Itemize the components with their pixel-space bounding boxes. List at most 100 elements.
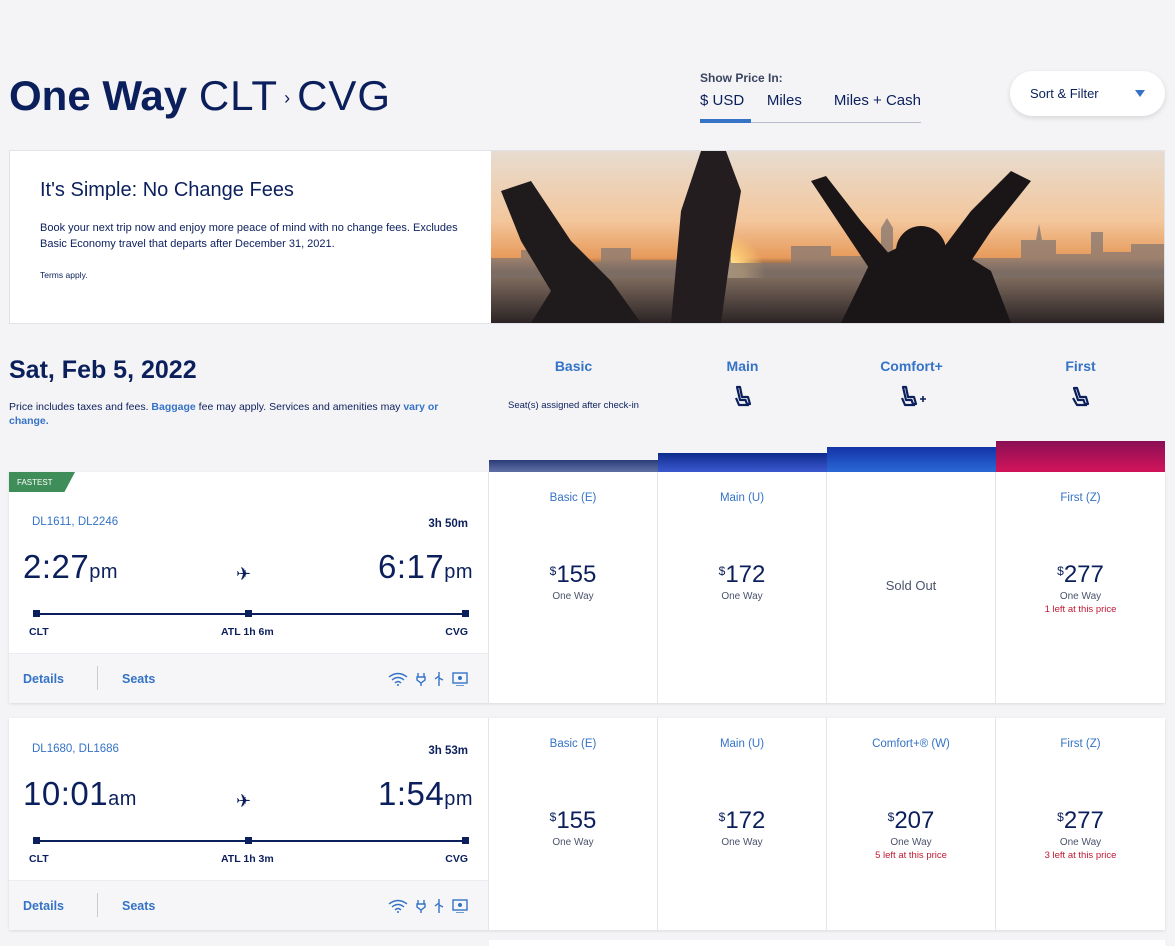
show-price-label: Show Price In: xyxy=(700,71,783,85)
column-name: First xyxy=(1065,358,1096,374)
layover-dot xyxy=(245,837,252,844)
next-card-edge xyxy=(489,940,1165,946)
details-link[interactable]: Details xyxy=(23,899,64,913)
fare-comfort-plus: Sold Out xyxy=(827,472,996,703)
tab-usd[interactable]: $ USD xyxy=(700,92,751,123)
promo-banner: It's Simple: No Change Fees Book your ne… xyxy=(9,150,1165,324)
fare-price: $172 xyxy=(658,807,826,835)
flight-numbers[interactable]: DL1611, DL2246 xyxy=(32,516,118,528)
layover-airport: ATL 1h 3m xyxy=(221,853,274,865)
comfort-color-bar xyxy=(827,447,996,472)
page-title: One Way CLT › CVG xyxy=(9,72,391,120)
column-main[interactable]: Main xyxy=(658,358,827,413)
origin-airport: CLT xyxy=(29,626,49,638)
fare-note: One Way xyxy=(721,837,763,848)
trip-type: One Way xyxy=(9,72,188,119)
sold-out-label: Sold Out xyxy=(885,578,937,593)
banner-terms: Terms apply. xyxy=(40,270,88,280)
usb-icon xyxy=(434,672,444,686)
price-value: 277 xyxy=(1063,807,1104,834)
entertainment-screen-icon xyxy=(452,672,468,686)
fare-class: Main (U) xyxy=(719,738,765,750)
layover-dot xyxy=(245,610,252,617)
wifi-icon xyxy=(388,899,408,913)
usb-icon xyxy=(434,899,444,913)
arrive-ampm: pm xyxy=(444,561,473,583)
seats-link[interactable]: Seats xyxy=(122,672,155,686)
price-value: 155 xyxy=(556,807,597,834)
fare-note: One Way xyxy=(1059,591,1102,602)
fare-class: Comfort+® (W) xyxy=(872,738,950,750)
price-value: 172 xyxy=(725,561,766,588)
origin-code: CLT xyxy=(198,72,279,119)
column-name: Comfort+ xyxy=(880,358,943,374)
divider xyxy=(97,666,98,690)
flight-numbers[interactable]: DL1680, DL1686 xyxy=(32,743,119,755)
price-disclaimer: Price includes taxes and fees. Baggage f… xyxy=(9,400,479,428)
fare-main[interactable]: Main (U) $172 One Way xyxy=(658,718,827,930)
details-link[interactable]: Details xyxy=(23,672,64,686)
price-value: 155 xyxy=(556,561,597,588)
flight-card[interactable]: FASTEST DL1611, DL2246 3h 50m 2:27pm ✈ 6… xyxy=(9,472,1165,703)
banner-title: It's Simple: No Change Fees xyxy=(40,179,294,201)
banner-body: Book your next trip now and enjoy more p… xyxy=(40,222,458,250)
destination-dot xyxy=(462,837,469,844)
origin-airport: CLT xyxy=(29,853,49,865)
sort-filter-label: Sort & Filter xyxy=(1030,86,1099,101)
banner-photo xyxy=(491,151,1164,323)
column-comfort-plus[interactable]: Comfort+ xyxy=(827,358,996,413)
banner-text: It's Simple: No Change Fees Book your ne… xyxy=(10,151,491,323)
route-line xyxy=(33,837,469,844)
depart-time: 2:27pm xyxy=(23,548,118,586)
arrive-time: 1:54pm xyxy=(378,775,473,813)
column-basic[interactable]: Basic Seat(s) assigned after check-in xyxy=(489,358,658,411)
flight-card[interactable]: DL1680, DL1686 3h 53m 10:01am ✈ 1:54pm C… xyxy=(9,718,1165,930)
arrive-time: 6:17pm xyxy=(378,548,473,586)
tab-miles-cash[interactable]: Miles + Cash xyxy=(834,92,921,123)
fare-first[interactable]: First (Z) $277 One Way 3 left at this pr… xyxy=(996,718,1165,930)
fare-basic[interactable]: Basic (E) $155 One Way xyxy=(489,718,658,930)
destination-airport: CVG xyxy=(445,853,468,865)
fare-note: One Way xyxy=(552,591,594,602)
depart-ampm: pm xyxy=(89,561,119,583)
baggage-link[interactable]: Baggage xyxy=(151,401,195,413)
chevron-down-icon xyxy=(1135,90,1145,97)
depart-time-value: 10:01 xyxy=(23,775,109,812)
card-footer: Details Seats xyxy=(9,880,488,930)
fare-price: $155 xyxy=(489,561,657,589)
airplane-icon: ✈ xyxy=(236,791,252,811)
fare-price: $277 xyxy=(996,807,1165,835)
fare-class: Basic (E) xyxy=(549,738,597,750)
currency-symbol: $ xyxy=(549,810,557,824)
currency-symbol: $ xyxy=(718,564,726,578)
flight-duration: 3h 50m xyxy=(428,518,468,530)
fare-price: $155 xyxy=(489,807,657,835)
price-value: 277 xyxy=(1063,561,1104,588)
currency-symbol: $ xyxy=(549,564,557,578)
fastest-badge: FASTEST xyxy=(9,472,75,492)
fare-price: $207 xyxy=(827,807,995,835)
route-arrow-icon: › xyxy=(284,88,292,109)
power-outlet-icon xyxy=(416,673,426,686)
destination-code: CVG xyxy=(297,72,392,119)
flight-info: FASTEST DL1611, DL2246 3h 50m 2:27pm ✈ 6… xyxy=(9,472,489,703)
fare-note: One Way xyxy=(721,591,763,602)
seats-left-warning: 5 left at this price xyxy=(875,850,947,861)
seats-left-warning: 1 left at this price xyxy=(1044,604,1117,615)
route-line xyxy=(33,610,469,617)
main-color-bar xyxy=(658,453,827,472)
sort-filter-dropdown[interactable]: Sort & Filter xyxy=(1010,71,1165,116)
seats-link[interactable]: Seats xyxy=(122,899,155,913)
fare-basic[interactable]: Basic (E) $155 One Way xyxy=(489,472,658,703)
tab-miles[interactable]: Miles xyxy=(767,92,802,123)
fare-first[interactable]: First (Z) $277 One Way 1 left at this pr… xyxy=(996,472,1165,703)
price-value: 172 xyxy=(725,807,766,834)
layover-airport: ATL 1h 6m xyxy=(221,626,274,638)
fare-main[interactable]: Main (U) $172 One Way xyxy=(658,472,827,703)
fare-comfort-plus[interactable]: Comfort+® (W) $207 One Way 5 left at thi… xyxy=(827,718,996,930)
fare-note: One Way xyxy=(552,837,594,848)
column-first[interactable]: First xyxy=(996,358,1165,413)
fare-class: Main (U) xyxy=(719,492,765,504)
price-currency-tabs: $ USD Miles Miles + Cash xyxy=(700,92,921,123)
fare-price: $172 xyxy=(658,561,826,589)
